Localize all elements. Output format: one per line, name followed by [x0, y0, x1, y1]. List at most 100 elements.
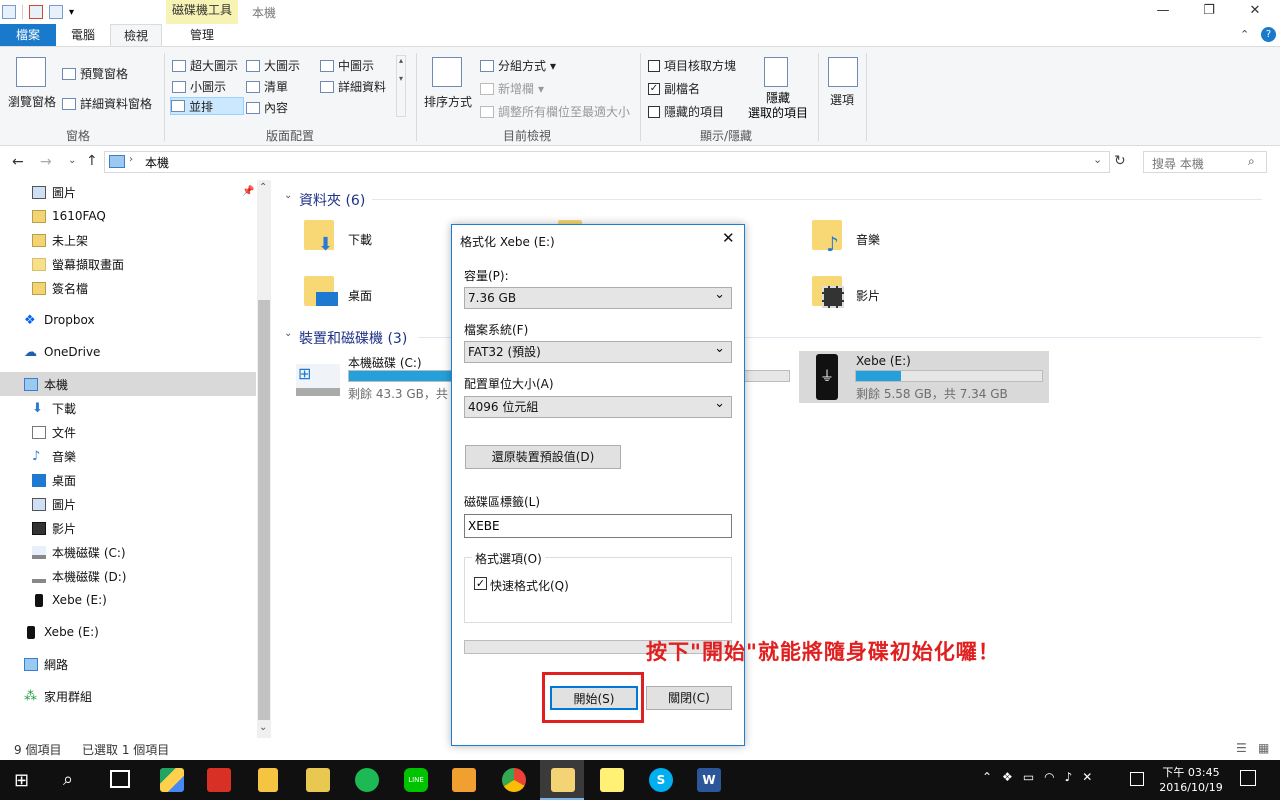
restore-button[interactable]: ❐	[1186, 0, 1232, 24]
nav-item-signatures[interactable]: 簽名檔	[0, 276, 256, 300]
start-windows-icon[interactable]: ⊞	[14, 770, 29, 791]
item-checkboxes-toggle[interactable]: 項目核取方塊	[648, 57, 736, 74]
sticky-notes-icon[interactable]	[600, 768, 624, 792]
checkbox-checked-icon[interactable]: ✓	[648, 82, 660, 95]
nav-item-xebe-e[interactable]: Xebe (E:)	[0, 588, 256, 612]
recent-locations-icon[interactable]: ⌄	[68, 155, 76, 166]
checkbox-icon[interactable]	[648, 105, 660, 118]
tab-computer[interactable]: 電腦	[56, 24, 110, 46]
nav-item-xebe-e-root[interactable]: Xebe (E:)	[0, 620, 256, 644]
layout-content[interactable]: 內容	[246, 99, 288, 116]
search-icon[interactable]: ⌕	[1248, 154, 1255, 169]
scroll-down-icon[interactable]: ⌄	[259, 722, 267, 733]
nav-item-onedrive[interactable]: ☁ OneDrive	[0, 340, 256, 364]
refresh-icon[interactable]: ↻	[1114, 153, 1126, 169]
drive-c-label[interactable]: 本機磁碟 (C:)	[348, 354, 422, 371]
close-window-button[interactable]: ✕	[1232, 0, 1278, 24]
devices-header[interactable]: 裝置和磁碟機 (3)	[299, 328, 407, 348]
customize-dropdown-icon[interactable]: ▾	[69, 7, 74, 18]
collapse-devices-icon[interactable]: ⌄	[284, 328, 292, 339]
details-view-icon[interactable]: ☰	[1236, 741, 1247, 755]
search-icon[interactable]: ⌕	[63, 769, 73, 790]
word-icon[interactable]: W	[697, 768, 721, 792]
help-icon[interactable]: ?	[1261, 27, 1276, 42]
taskbar-date[interactable]: 2016/10/19	[1156, 781, 1226, 794]
folder-desktop-label[interactable]: 桌面	[348, 287, 372, 304]
details-pane-button[interactable]: 詳細資料窗格	[62, 95, 152, 112]
restore-defaults-button[interactable]: 還原裝置預設值(D)	[465, 445, 621, 469]
options-button[interactable]: 選項	[830, 91, 854, 108]
folder-downloads-label[interactable]: 下載	[348, 231, 372, 248]
scroll-up-icon[interactable]: ⌃	[259, 182, 267, 193]
chrome-icon[interactable]	[502, 768, 526, 792]
nav-item-this-pc[interactable]: 本機	[0, 372, 256, 396]
nav-item-pictures[interactable]: 圖片	[0, 492, 256, 516]
collapse-ribbon-icon[interactable]: ⌃	[1240, 28, 1249, 41]
nav-item-music[interactable]: ♪ 音樂	[0, 444, 256, 468]
nav-scrollbar-thumb[interactable]	[258, 300, 270, 720]
new-folder-icon[interactable]	[49, 5, 63, 19]
folder-videos-label[interactable]: 影片	[856, 287, 880, 304]
sort-by-button[interactable]: 排序方式	[424, 93, 472, 110]
tab-file[interactable]: 檔案	[0, 24, 56, 46]
up-icon[interactable]: ↑	[86, 153, 98, 169]
address-dropdown-icon[interactable]: ⌄	[1093, 153, 1102, 166]
large-icons-view-icon[interactable]: ▦	[1258, 741, 1269, 755]
layout-details[interactable]: 詳細資料	[320, 78, 386, 95]
navigation-pane-button[interactable]: 瀏覽窗格	[8, 93, 56, 110]
drive-e-label[interactable]: Xebe (E:)	[856, 354, 911, 368]
action-center-icon[interactable]	[1240, 770, 1256, 786]
hidden-items-toggle[interactable]: 隱藏的項目	[648, 103, 724, 120]
folder-music-label[interactable]: 音樂	[856, 231, 880, 248]
nav-item-1610faq[interactable]: 1610FAQ	[0, 204, 256, 228]
layout-scroll[interactable]: ▴ ▾	[396, 55, 406, 117]
search-input[interactable]: 搜尋 本機 ⌕	[1143, 151, 1267, 173]
skype-icon[interactable]: S	[649, 768, 673, 792]
nav-item-pictures-pinned[interactable]: 圖片	[0, 180, 256, 204]
spotify-icon[interactable]	[355, 768, 379, 792]
nav-item-desktop[interactable]: 桌面	[0, 468, 256, 492]
line-icon[interactable]: LINE	[404, 768, 428, 792]
nav-item-documents[interactable]: 文件	[0, 420, 256, 444]
back-icon[interactable]: ←	[12, 154, 24, 170]
size-columns-button[interactable]: 調整所有欄位至最適大小	[480, 103, 630, 120]
nav-item-drive-d[interactable]: 本機磁碟 (D:)	[0, 564, 256, 588]
minimize-button[interactable]: —	[1140, 0, 1186, 24]
tab-view[interactable]: 檢視	[110, 24, 162, 46]
forward-icon[interactable]: →	[40, 154, 52, 170]
quick-format-checkbox[interactable]: ✓	[474, 577, 487, 590]
address-bar[interactable]: › 本機 ⌄	[104, 151, 1110, 173]
nav-item-network[interactable]: 網路	[0, 652, 256, 676]
filesystem-select[interactable]: FAT32 (預設)	[464, 339, 732, 363]
tab-manage[interactable]: 管理	[166, 24, 238, 46]
properties-icon[interactable]	[29, 5, 43, 19]
breadcrumb-current[interactable]: 本機	[145, 154, 169, 171]
preview-pane-button[interactable]: 預覽窗格	[62, 65, 128, 82]
layout-list[interactable]: 清單	[246, 78, 288, 95]
nav-item-videos[interactable]: 影片	[0, 516, 256, 540]
folders-header[interactable]: 資料夾 (6)	[299, 190, 365, 210]
layout-tiles[interactable]: 並排	[170, 97, 244, 115]
task-view-icon[interactable]	[110, 770, 130, 788]
nav-item-dropbox[interactable]: ❖ Dropbox	[0, 308, 256, 332]
collapse-folders-icon[interactable]: ⌄	[284, 190, 292, 201]
group-by-button[interactable]: 分組方式 ▾	[480, 57, 556, 74]
dialog-close-icon[interactable]: ✕	[722, 229, 735, 247]
taskbar-time[interactable]: 下午 03:45	[1158, 764, 1224, 780]
layout-small[interactable]: 小圖示	[172, 78, 226, 95]
nav-item-homegroup[interactable]: ⁂ 家用群組	[0, 684, 256, 708]
nav-item-downloads[interactable]: ⬇ 下載	[0, 396, 256, 420]
file-transfer-icon[interactable]	[306, 768, 330, 792]
system-tray-icons[interactable]: ⌃❖▭◠♪✕	[982, 770, 1102, 784]
computer-icon[interactable]	[2, 5, 16, 19]
capacity-select[interactable]: 7.36 GB	[464, 285, 732, 309]
layout-large[interactable]: 大圖示	[246, 57, 300, 74]
checkbox-icon[interactable]	[648, 59, 660, 72]
volume-label-input[interactable]: XEBE	[464, 514, 732, 538]
layout-extra-large[interactable]: 超大圖示	[172, 57, 238, 74]
hide-selected-button[interactable]: 隱藏 選取的項目	[748, 91, 808, 121]
nav-item-screenshots[interactable]: 螢幕擷取畫面	[0, 252, 256, 276]
close-button[interactable]: 關閉(C)	[646, 686, 732, 710]
file-extensions-toggle[interactable]: ✓ 副檔名	[648, 80, 700, 97]
notepad-icon[interactable]	[258, 768, 278, 792]
